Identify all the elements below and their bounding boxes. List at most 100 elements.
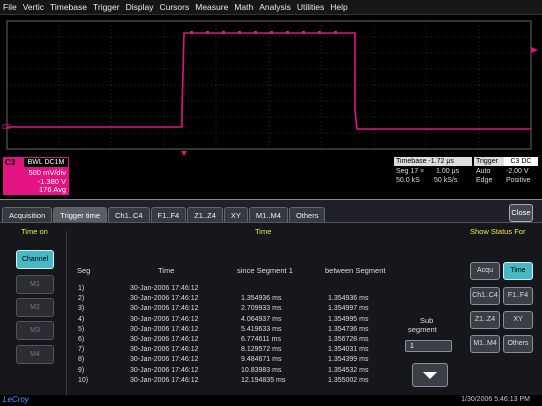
tab-f1-f4[interactable]: F1..F4 [150,207,187,223]
channel-averaging: 176 Avg [39,185,66,194]
channel-descriptor[interactable]: C3 BWL DC1M 500 mV/div -1.380 V 176 Avg [3,157,69,195]
dialog-tabs: Acquisition Trigger time Ch1..C4 F1..F4 … [2,207,326,223]
tab-trigger-time[interactable]: Trigger time [53,207,108,223]
table-row: 6) 30-Jan-2006 17:46:12 6.774611 ms 1.35672… [0,336,400,345]
table-row: 4) 30-Jan-2006 17:46:12 4.064937 ms 1.35499… [0,316,400,325]
trigger-mode: Auto [476,168,491,175]
seg-cell: 7) [78,346,85,354]
timebase-sample-rate: 50 kS/s [434,177,458,184]
time-cell: 30-Jan-2006 17:46:12 [130,356,199,364]
between-cell: 1.354736 ms [328,325,369,333]
menu-trigger[interactable]: Trigger [90,2,123,12]
channel-vdiv: 500 mV/div [28,168,66,177]
channel-button[interactable]: Channel [16,250,54,269]
col-between-header: between Segment [325,266,386,275]
status-m1-m4-button[interactable]: M1..M4 [470,335,500,353]
menu-measure[interactable]: Measure [192,2,231,12]
between-cell: 1.354997 ms [328,305,369,313]
time-on-label: Time on [21,227,48,236]
timebase-head: Timebase -1.72 μs [394,157,472,166]
waveform-display[interactable]: C3 [0,15,542,157]
info-bar: C3 BWL DC1M 500 mV/div -1.380 V 176 Avg … [0,157,542,197]
between-cell: 1.355002 ms [328,376,369,384]
show-status-label: Show Status For [470,227,526,236]
seg-cell: 6) [78,336,85,343]
time-label: Time [255,227,272,236]
sub-segment-label-1: Sub [420,316,434,325]
time-cell: 30-Jan-2006 17:46:12 [130,325,199,333]
tab-acquisition[interactable]: Acquisition [2,207,53,223]
tab-m1-m4[interactable]: M1..M4 [248,207,288,223]
status-acqu-button[interactable]: Acqu [470,262,500,280]
menu-file[interactable]: File [0,2,20,12]
trigger-level: -2.00 V [506,168,529,175]
between-cell: 1.354936 ms [328,295,369,303]
status-xy-button[interactable]: XY [503,311,533,329]
seg-cell: 1) [78,285,85,292]
status-ch1-c4-button[interactable]: Ch1..C4 [470,287,500,305]
status-others-button[interactable]: Others [503,335,533,353]
tab-xy[interactable]: XY [223,207,248,223]
menu-cursors[interactable]: Cursors [156,2,192,12]
tab-others[interactable]: Others [288,207,326,223]
timebase-trigger-descriptor[interactable]: Timebase -1.72 μs Trigger C3 DC Seg 17 ×… [394,157,540,187]
time-cell: 30-Jan-2006 17:46:12 [130,305,199,313]
tab-z1-z4[interactable]: Z1..Z4 [187,207,223,223]
col-time-header: Time [158,266,175,275]
since-cell: 4.064937 ms [241,315,282,323]
since-cell: 6.774611 ms [241,336,281,343]
table-row: 7) 30-Jan-2006 17:46:12 8.129572 ms 1.35403… [0,346,400,355]
col-seg-header: Seg [77,266,91,275]
menu-help[interactable]: Help [327,2,350,12]
between-cell: 1.354995 ms [328,315,369,323]
menu-display[interactable]: Display [123,2,157,12]
sub-segment-label-2: segment [408,325,437,334]
channel-coupling: BWL DC1M [24,158,68,167]
menu-timebase[interactable]: Timebase [47,2,90,12]
status-z1-z4-button[interactable]: Z1..Z4 [470,311,500,329]
menu-bar: File Vertic Timebase Trigger Display Cur… [0,0,542,15]
close-button[interactable]: Close [509,204,533,222]
between-cell: 1.356728 ms [328,336,369,343]
time-cell: 30-Jan-2006 17:46:12 [130,336,199,343]
c3-ground-marker: C3 [2,124,11,131]
channel-number: C3 [5,158,16,167]
time-cell: 30-Jan-2006 17:46:12 [130,285,199,292]
time-cell: 30-Jan-2006 17:46:12 [130,295,199,303]
timebase-hdiv: 1.00 μs [436,168,460,175]
seg-cell: 5) [78,325,85,333]
trigger-channel: C3 DC [504,157,538,166]
since-cell: 2.709933 ms [241,305,282,313]
menu-math[interactable]: Math [231,2,256,12]
since-cell: 1.354936 ms [241,295,282,303]
dialog-panel: Acquisition Trigger time Ch1..C4 F1..F4 … [0,199,542,397]
between-cell: 1.354031 ms [328,346,369,354]
timebase-sample-label: Seg 17 × [396,168,425,175]
since-cell: 10.83983 ms [241,366,282,374]
tab-ch1-c4[interactable]: Ch1..C4 [108,207,150,223]
scroll-down-button[interactable] [412,363,448,387]
seg-cell: 9) [78,366,85,374]
menu-utilities[interactable]: Utilities [294,2,327,12]
waveform-grid: C3 [2,20,538,156]
trigger-position-marker [181,151,187,156]
menu-vertical[interactable]: Vertic [20,2,47,12]
sub-segment-input[interactable]: 1 [405,340,452,352]
since-cell: 9.484671 ms [241,356,282,364]
time-cell: 30-Jan-2006 17:46:12 [130,315,199,323]
table-row: 3) 30-Jan-2006 17:46:12 2.709933 ms 1.35499… [0,305,400,314]
seg-cell: 10) [78,376,89,384]
trigger-slope: Positive [506,177,531,184]
trigger-time-content: Time on Time Show Status For Channel M1 … [0,222,542,397]
since-cell: 5.419633 ms [241,325,282,333]
status-time-button[interactable]: Time [503,262,533,280]
status-bar: LeCroy 1/30/2006 5:46:13 PM [0,395,542,406]
status-f1-f4-button[interactable]: F1..F4 [503,287,533,305]
table-row: 9) 30-Jan-2006 17:46:12 10.83983 ms 1.35453… [0,367,400,376]
table-row: 1) 30-Jan-2006 17:46:12 [0,285,400,294]
seg-cell: 3) [78,305,85,313]
trigger-level-marker [531,47,538,53]
table-row: 5) 30-Jan-2006 17:46:12 5.419633 ms 1.35473… [0,326,400,335]
menu-analysis[interactable]: Analysis [256,2,294,12]
between-cell: 1.354532 ms [328,366,369,374]
